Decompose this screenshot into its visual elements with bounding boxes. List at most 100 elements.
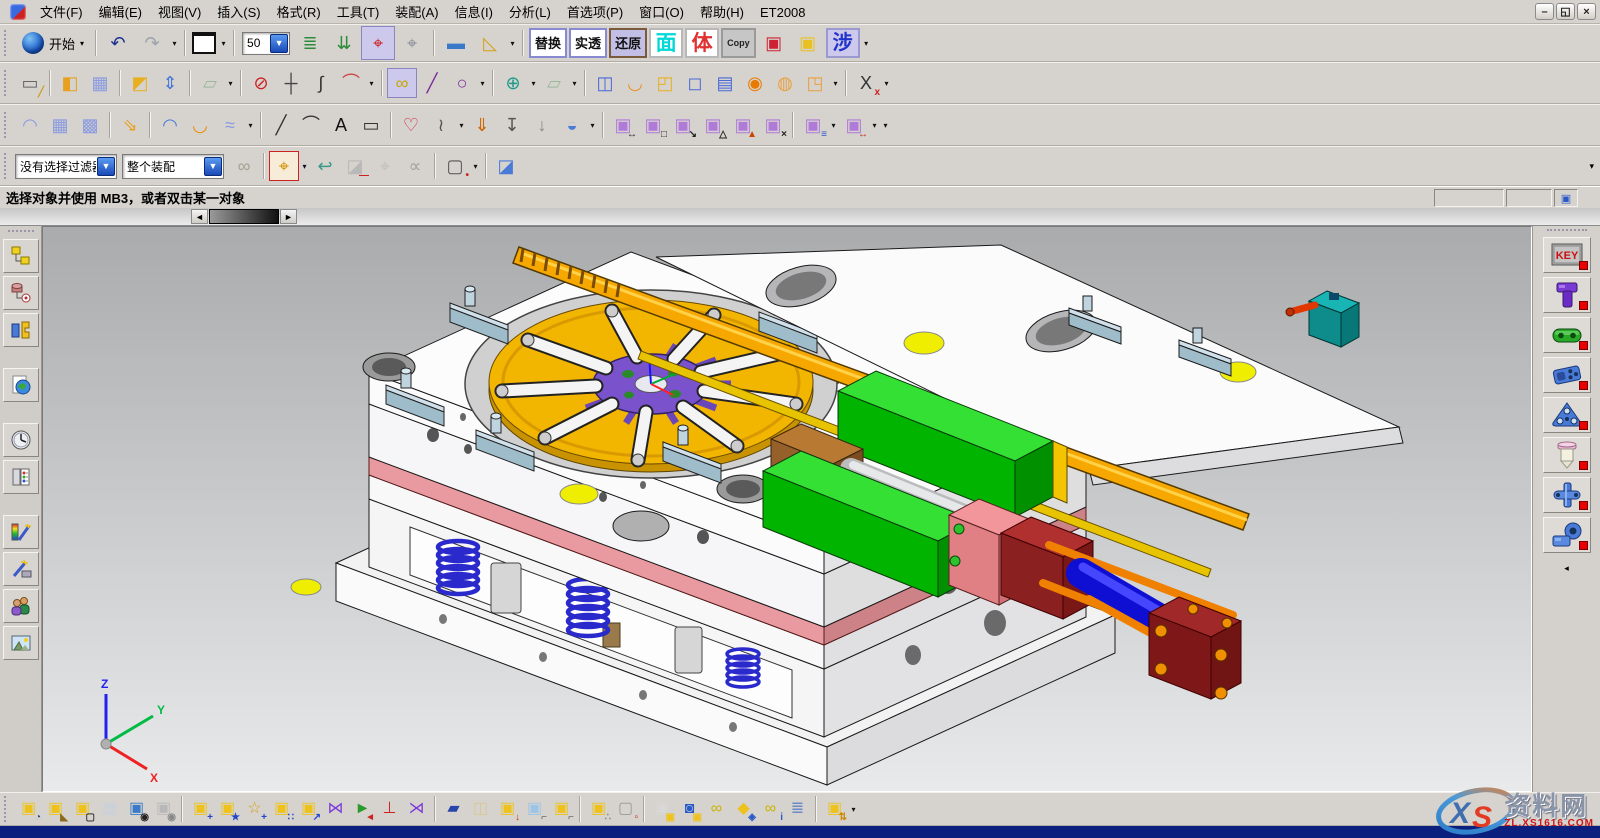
spline-button[interactable]: ≀	[426, 110, 456, 140]
menu-help[interactable]: 帮助(H)	[692, 3, 752, 22]
start-button[interactable]: 开始▾	[15, 27, 91, 59]
replace-component-button[interactable]: ►◄	[349, 796, 376, 823]
basic-line-button[interactable]: ╱	[266, 110, 296, 140]
offset-surface-button[interactable]: ⇘	[115, 110, 145, 140]
model-canvas[interactable]: Z Y X	[43, 227, 1532, 792]
text-curve-button[interactable]: A	[326, 110, 356, 140]
undo-button[interactable]: ↶	[101, 26, 135, 60]
link-part[interactable]	[1543, 317, 1591, 353]
scroll-thumb[interactable]	[209, 209, 279, 224]
menu-format[interactable]: 格式(R)	[269, 3, 329, 22]
history-tab[interactable]	[3, 423, 39, 457]
selection-overflow-icon[interactable]: ▾	[1589, 161, 1594, 172]
horizontal-scrollbar[interactable]: ◄ ►	[0, 208, 1600, 226]
scale-object-button[interactable]: ▣△	[698, 110, 728, 140]
move-object-button[interactable]: ▣↔	[608, 110, 638, 140]
ruled-surface-button[interactable]: ◠	[15, 110, 45, 140]
copy-object-button[interactable]: ▣□	[638, 110, 668, 140]
bounded-plane-button[interactable]: ▩	[75, 110, 105, 140]
slide-part[interactable]	[1543, 357, 1591, 393]
trim-curve-button[interactable]: ⊘	[246, 68, 276, 98]
assembly-navigator-tab[interactable]	[3, 239, 39, 273]
object-dimension-button[interactable]: ▣↔	[839, 110, 869, 140]
orient-view-csys-button[interactable]: ⌖	[361, 26, 395, 60]
paste-object-button[interactable]: ▣↘	[668, 110, 698, 140]
visualization-tab[interactable]	[3, 515, 39, 549]
interpart-link-button[interactable]: ∞	[703, 796, 730, 823]
restore-button[interactable]: 还原	[609, 28, 647, 58]
product-outline-button[interactable]: ▦	[96, 796, 123, 823]
show-dof-button[interactable]: ⊥	[376, 796, 403, 823]
interference-button[interactable]: 涉	[826, 28, 860, 58]
feature-dropdown[interactable]: ▾	[830, 70, 841, 96]
scroll-right-button[interactable]: ►	[280, 209, 297, 224]
scene-tab[interactable]	[3, 626, 39, 660]
profile-curve-button[interactable]: ♡	[396, 110, 426, 140]
structure-clip-button[interactable]: ≣	[784, 796, 811, 823]
circle-button[interactable]: ○	[447, 68, 477, 98]
instance-feature-button[interactable]: ◳	[800, 68, 830, 98]
menu-file[interactable]: 文件(F)	[32, 3, 91, 22]
face-display-button[interactable]: 面	[649, 28, 683, 58]
plane-dropdown[interactable]: ▾	[569, 70, 580, 96]
swept-surface-button[interactable]: ◠	[155, 110, 185, 140]
work-layer-spinner[interactable]: 50▼	[242, 32, 290, 55]
extrude-button[interactable]: ◫	[590, 68, 620, 98]
sketch-button[interactable]: ▭╱	[15, 68, 45, 98]
show-only-button[interactable]: ▣▣	[649, 796, 676, 823]
through-curves-button[interactable]: ▦	[45, 110, 75, 140]
fit-view-icon[interactable]: ▣	[1554, 189, 1578, 207]
combined-projection-button[interactable]: ↧	[497, 110, 527, 140]
redo-options-dropdown[interactable]: ▾	[169, 30, 180, 56]
boolean-dropdown[interactable]: ▾	[528, 70, 539, 96]
spline-dropdown[interactable]: ▾	[456, 112, 467, 138]
selection-filter-combo-arrow[interactable]: ▼	[97, 157, 115, 176]
graphics-window[interactable]: Z Y X	[42, 226, 1532, 792]
menu-insert[interactable]: 插入(S)	[209, 3, 268, 22]
curve-edit-dropdown[interactable]: ▾	[366, 70, 377, 96]
through-mesh-button[interactable]: ▦	[85, 68, 115, 98]
object-display-dropdown[interactable]: ▾	[218, 30, 229, 56]
work-layer-spinner-arrow[interactable]: ▼	[270, 34, 288, 53]
object-info-button[interactable]: ▣≡	[798, 110, 828, 140]
component-window-button[interactable]: ◙▣	[676, 796, 703, 823]
datum-plane-button[interactable]: ▱	[195, 68, 225, 98]
move-component-button[interactable]: ▣↗	[295, 796, 322, 823]
restore-button-window[interactable]: ◱	[1556, 3, 1575, 20]
plane-button[interactable]: ▱	[539, 68, 569, 98]
selection-filter-combo[interactable]: 没有选择过滤器▼	[15, 154, 117, 179]
material-tab[interactable]	[3, 552, 39, 586]
flatten-dropdown[interactable]: ▾	[587, 112, 598, 138]
erase-highlight-button[interactable]: ◪―	[340, 151, 370, 181]
selection-scope-combo-arrow[interactable]: ▼	[204, 157, 222, 176]
menu-edit[interactable]: 编辑(E)	[91, 3, 150, 22]
shell-button[interactable]: ◰	[650, 68, 680, 98]
show-component-button[interactable]: ▣▢	[69, 796, 96, 823]
edit-arrangement-button[interactable]: ▣⌐	[548, 796, 575, 823]
edit-arc-button[interactable]: ⌒	[336, 68, 366, 98]
object-color-swatch[interactable]	[190, 30, 218, 56]
explode-assembly-button[interactable]: ▣∴	[585, 796, 612, 823]
copy-face-button[interactable]: Copy	[721, 28, 756, 58]
new-parent-button[interactable]: ☆+	[241, 796, 268, 823]
add-component-button[interactable]: ▣+	[187, 796, 214, 823]
menu-tools[interactable]: 工具(T)	[329, 3, 388, 22]
wave-geometry-linker-button[interactable]: ◆◈	[730, 796, 757, 823]
rectangle-button[interactable]: ▭	[356, 110, 386, 140]
snap-point-button[interactable]: ⌖	[269, 151, 299, 181]
substitute-component-button[interactable]: ◫	[467, 796, 494, 823]
expression-dropdown[interactable]: ▾	[881, 70, 892, 96]
cylinder-object-button[interactable]: ▣▲	[728, 110, 758, 140]
menu-preferences[interactable]: 首选项(P)	[559, 3, 631, 22]
internet-tab[interactable]	[3, 368, 39, 402]
menu-window[interactable]: 窗口(O)	[631, 3, 692, 22]
open-component-button[interactable]: ▣◣	[42, 796, 69, 823]
chain-curve-button[interactable]: ∞	[387, 68, 417, 98]
body-display-button[interactable]: 体	[685, 28, 719, 58]
flange-surface-button[interactable]: ◡	[185, 110, 215, 140]
constraint-navigator-tab[interactable]	[3, 276, 39, 310]
section-view-button[interactable]: ◪	[491, 151, 521, 181]
menu-information[interactable]: 信息(I)	[447, 3, 501, 22]
revolve-button[interactable]: ◡	[620, 68, 650, 98]
object-info-dropdown[interactable]: ▾	[828, 112, 839, 138]
